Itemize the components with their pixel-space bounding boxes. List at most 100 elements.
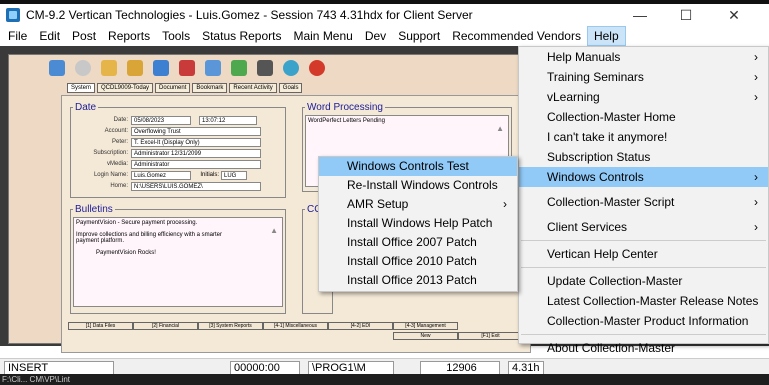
minimize-button[interactable]: —: [618, 4, 662, 26]
menu-reports[interactable]: Reports: [102, 26, 156, 46]
scroll-up-icon[interactable]: ▲: [496, 124, 504, 133]
window-title: CM-9.2 Vertican Technologies - Luis.Gome…: [26, 8, 473, 22]
home-field[interactable]: N:\USERS\LUIS.GOMEZ\: [131, 181, 261, 191]
bulletins-group: Bulletins PaymentVision - Secure payment…: [70, 204, 286, 314]
menu-item-release-notes[interactable]: Latest Collection-Master Release Notes: [519, 291, 768, 311]
bottom-strip: F:\Cli... CM\VP\Lint: [0, 374, 769, 385]
menu-item-training-seminars[interactable]: Training Seminars ›: [519, 67, 768, 87]
menu-help[interactable]: Help: [586, 26, 626, 46]
menu-item-subscription-status[interactable]: Subscription Status: [519, 147, 768, 167]
management-button[interactable]: [4-3] Management: [393, 322, 458, 330]
login-row: Login Name: Luis.Gomez Initials: LUG: [73, 170, 283, 180]
menu-item-client-services[interactable]: Client Services ›: [519, 217, 768, 237]
menu-item-reinstall-controls[interactable]: Re-Install Windows Controls: [319, 176, 517, 195]
function-buttons-2: New [F1] Exit: [393, 332, 523, 340]
peter-field[interactable]: T. Excel-It (Display Only): [131, 137, 261, 147]
edi-button[interactable]: [4-2] EDI: [328, 322, 393, 330]
help-icon[interactable]: [309, 60, 325, 76]
chart-icon[interactable]: [153, 60, 169, 76]
title-bar: CM-9.2 Vertican Technologies - Luis.Gome…: [0, 4, 769, 26]
exit-button[interactable]: [F1] Exit: [458, 332, 523, 340]
vmedia-row: vMedia: Administrator: [73, 159, 283, 169]
menu-edit[interactable]: Edit: [33, 26, 66, 46]
bulletins-legend: Bulletins: [75, 204, 113, 215]
toolbar: [49, 57, 379, 79]
menu-support[interactable]: Support: [392, 26, 446, 46]
tab-bookmark[interactable]: Bookmark: [192, 83, 228, 93]
calendar-icon[interactable]: [179, 60, 195, 76]
scroll-up-icon[interactable]: ▲: [270, 226, 278, 235]
globe-icon[interactable]: [283, 60, 299, 76]
menu-main-menu[interactable]: Main Menu: [287, 26, 358, 46]
menu-separator: [521, 240, 766, 241]
peter-row: Peter: T. Excel-It (Display Only): [73, 137, 283, 147]
tab-qcdl[interactable]: QCDL9009-Today: [97, 83, 154, 93]
tab-document[interactable]: Document: [155, 83, 191, 93]
menu-item-office-2007[interactable]: Install Office 2007 Patch: [319, 233, 517, 252]
tree-icon[interactable]: [231, 60, 247, 76]
system-reports-button[interactable]: [3] System Reports: [198, 322, 263, 330]
menu-item-cant-take-it[interactable]: I can't take it anymore!: [519, 127, 768, 147]
menu-item-about[interactable]: About Collection-Master: [519, 338, 768, 358]
new-button[interactable]: New: [393, 332, 458, 340]
menu-tools[interactable]: Tools: [156, 26, 196, 46]
word-processing-legend: Word Processing: [307, 102, 383, 113]
chevron-right-icon: ›: [754, 50, 758, 64]
folder-icon[interactable]: [101, 60, 117, 76]
menu-post[interactable]: Post: [66, 26, 102, 46]
menu-dev[interactable]: Dev: [359, 26, 392, 46]
help-menu: Help Manuals › Training Seminars › vLearni…: [518, 46, 769, 355]
windows-controls-submenu: Windows Controls Test Re-Install Windows…: [318, 156, 518, 292]
menu-file[interactable]: File: [2, 26, 33, 46]
maximize-button[interactable]: ☐: [664, 4, 708, 26]
date-group: Date Date: 05/08/2023 13:07:12 Account: Ove…: [70, 102, 286, 198]
initials-field[interactable]: LUG: [221, 170, 247, 180]
menu-item-vlearning[interactable]: vLearning ›: [519, 87, 768, 107]
account-row: Account: Overflowing Trust: [73, 126, 283, 136]
tab-goals[interactable]: Goals: [278, 83, 303, 93]
chevron-right-icon: ›: [754, 170, 758, 184]
menu-item-help-patch[interactable]: Install Windows Help Patch: [319, 214, 517, 233]
miscellaneous-button[interactable]: [4-1] Miscellaneous: [263, 322, 328, 330]
menu-item-help-manuals[interactable]: Help Manuals ›: [519, 47, 768, 67]
menu-item-office-2010[interactable]: Install Office 2010 Patch: [319, 252, 517, 271]
date-field[interactable]: 05/08/2023: [131, 115, 191, 125]
menu-item-windows-controls[interactable]: Windows Controls ›: [519, 167, 768, 187]
time-field[interactable]: 13:07:12: [199, 115, 257, 125]
home-row: Home: N:\USERS\LUIS.GOMEZ\: [73, 181, 283, 191]
menu-separator: [521, 334, 766, 335]
menu-item-windows-controls-test[interactable]: Windows Controls Test: [319, 157, 517, 176]
menu-status-reports[interactable]: Status Reports: [196, 26, 287, 46]
menu-item-amr-setup[interactable]: AMR Setup ›: [319, 195, 517, 214]
vmedia-field[interactable]: Administrator: [131, 159, 261, 169]
tab-strip: System QCDL9009-Today Document Bookmark …: [67, 83, 303, 93]
subscription-field[interactable]: Administrator 12/31/2099: [131, 148, 261, 158]
menu-item-product-info[interactable]: Collection-Master Product Information: [519, 311, 768, 331]
date-row: Date: 05/08/2023 13:07:12: [73, 115, 283, 125]
menu-item-update[interactable]: Update Collection-Master: [519, 271, 768, 291]
financial-button[interactable]: [2] Financial: [133, 322, 198, 330]
home-icon[interactable]: [49, 60, 65, 76]
chevron-right-icon: ›: [754, 195, 758, 209]
menu-item-help-center[interactable]: Vertican Help Center: [519, 244, 768, 264]
bulletins-text[interactable]: PaymentVision - Secure payment processin…: [73, 217, 283, 307]
menu-item-office-2013[interactable]: Install Office 2013 Patch: [319, 271, 517, 290]
function-buttons: [1] Data Files [2] Financial [3] System …: [68, 322, 458, 330]
tab-recent-activity[interactable]: Recent Activity: [229, 83, 277, 93]
menu-recommended-vendors[interactable]: Recommended Vendors: [446, 26, 587, 46]
menu-item-cm-home[interactable]: Collection-Master Home: [519, 107, 768, 127]
tab-system[interactable]: System: [67, 83, 96, 93]
login-field[interactable]: Luis.Gomez: [131, 170, 191, 180]
handshake-icon[interactable]: [257, 60, 273, 76]
chevron-right-icon: ›: [754, 70, 758, 84]
data-files-button[interactable]: [1] Data Files: [68, 322, 133, 330]
document-icon[interactable]: [127, 60, 143, 76]
subscription-row: Subscription: Administrator 12/31/2099: [73, 148, 283, 158]
search-icon[interactable]: [75, 60, 91, 76]
close-button[interactable]: ✕: [712, 4, 756, 26]
user-icon[interactable]: [205, 60, 221, 76]
menu-bar: File Edit Post Reports Tools Status Repo…: [0, 26, 769, 46]
menu-item-cm-script[interactable]: Collection-Master Script ›: [519, 187, 768, 217]
date-legend: Date: [75, 102, 97, 113]
account-field[interactable]: Overflowing Trust: [131, 126, 261, 136]
